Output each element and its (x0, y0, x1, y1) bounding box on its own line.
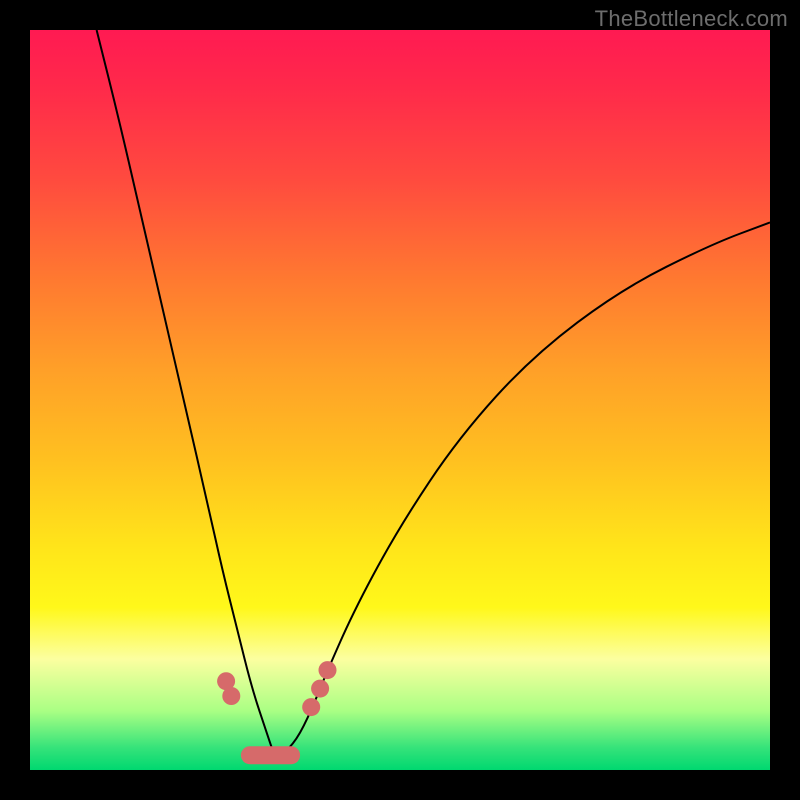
curve-svg (30, 30, 770, 770)
bottleneck-curve (97, 30, 770, 755)
marker-dot-3 (311, 680, 329, 698)
chart-frame: TheBottleneck.com (0, 0, 800, 800)
watermark-text: TheBottleneck.com (595, 6, 788, 32)
marker-pill (241, 746, 300, 764)
marker-dot-4 (319, 661, 337, 679)
marker-dot-2 (302, 698, 320, 716)
curve-markers (217, 661, 336, 764)
plot-area (30, 30, 770, 770)
marker-dot-1 (222, 687, 240, 705)
